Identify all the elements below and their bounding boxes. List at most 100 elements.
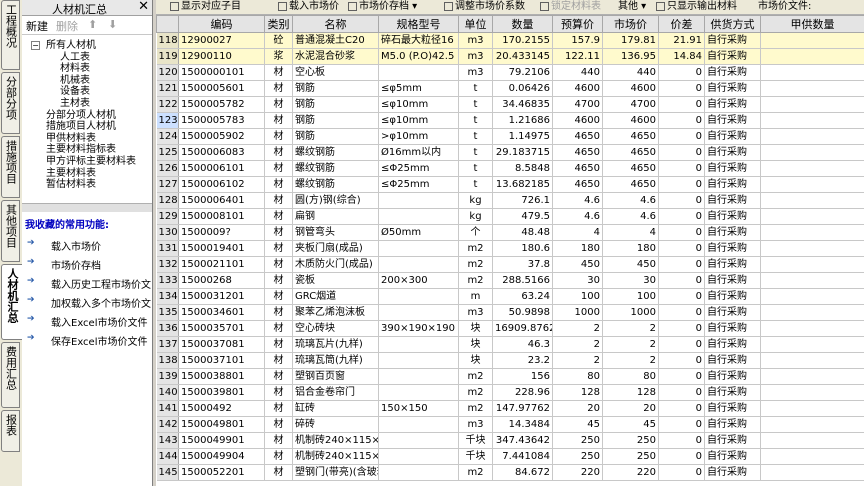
table-cell[interactable]: 0.06426 — [492, 80, 553, 97]
table-cell[interactable]: 材 — [264, 144, 293, 161]
favorite-item[interactable]: 载入历史工程市场价文 — [51, 276, 151, 291]
tree-item[interactable]: 主材表 — [60, 98, 90, 109]
table-cell[interactable]: 12900027 — [178, 32, 265, 49]
table-cell[interactable] — [760, 176, 864, 193]
column-header[interactable]: 价差 — [658, 15, 705, 33]
table-row[interactable]: 121 1500005601 材钢筋 ≤φ5mm t 0.06426 4600 4600 0 自行… — [156, 80, 864, 97]
table-cell[interactable]: 材 — [264, 80, 293, 97]
table-cell[interactable]: 1500038801 — [178, 368, 265, 385]
table-cell[interactable] — [760, 432, 864, 449]
table-cell[interactable]: 扁钢 — [292, 208, 379, 225]
table-cell[interactable]: 材 — [264, 96, 293, 113]
table-row[interactable]: 134 1500031201 材 GRC烟道 m 63.24 100 100 0 自行采购 — [156, 288, 864, 305]
table-cell[interactable]: 碎砖 — [292, 416, 379, 433]
table-cell[interactable]: 铝合金卷帘门 — [292, 384, 379, 401]
table-row[interactable]: 138 1500037101 材琉璃瓦筒(九样) 块 23.2 2 2 0 自行采购 — [156, 352, 864, 369]
tree-item[interactable]: 甲供材料表 — [46, 133, 96, 144]
table-cell[interactable]: 自行采购 — [704, 304, 761, 321]
table-cell[interactable]: 2 — [552, 352, 603, 369]
table-cell[interactable] — [378, 304, 459, 321]
table-cell[interactable]: 220 — [552, 464, 603, 481]
table-cell[interactable]: 材 — [264, 384, 293, 401]
table-cell[interactable]: 100 — [602, 288, 659, 305]
table-cell[interactable]: 4600 — [552, 112, 603, 129]
table-cell[interactable] — [378, 448, 459, 465]
table-row[interactable]: 126 1500006101 材螺纹钢筋 ≤Φ25mm t 8.5848 4650 4650 0… — [156, 160, 864, 177]
table-row[interactable]: 120 1500000101 材空心板 m3 79.2106 440 440 0 自行采购 — [156, 64, 864, 81]
table-cell[interactable]: 材 — [264, 288, 293, 305]
table-cell[interactable]: 材 — [264, 208, 293, 225]
table-cell[interactable]: 63.24 — [492, 288, 553, 305]
table-cell[interactable]: 250 — [552, 448, 603, 465]
table-cell[interactable]: t — [458, 160, 493, 177]
table-cell[interactable] — [760, 48, 864, 65]
table-cell[interactable] — [760, 64, 864, 81]
table-cell[interactable]: 材 — [264, 128, 293, 145]
table-cell[interactable]: 100 — [552, 288, 603, 305]
table-cell[interactable]: 机制砖240×115×53mm — [292, 432, 379, 449]
table-cell[interactable] — [760, 240, 864, 257]
table-cell[interactable] — [378, 64, 459, 81]
table-cell[interactable]: 1500005902 — [178, 128, 265, 145]
table-row[interactable]: 122 1500005782 材钢筋 ≤φ10mm t 34.46835 4700 4700 0… — [156, 96, 864, 113]
column-header[interactable]: 编码 — [178, 15, 265, 33]
vertical-tab-2[interactable]: 措施项目 — [1, 136, 20, 198]
table-cell[interactable]: 128 — [602, 384, 659, 401]
table-cell[interactable]: 机制砖240×115×53mm — [292, 448, 379, 465]
table-cell[interactable]: 4 — [552, 224, 603, 241]
table-row[interactable]: 136 1500035701 材空心砖块 390×190×190 块 16909.8762… — [156, 320, 864, 337]
table-cell[interactable]: m2 — [458, 256, 493, 273]
table-cell[interactable]: 136.95 — [602, 48, 659, 65]
table-cell[interactable]: 150×150 — [378, 400, 459, 417]
table-cell[interactable]: 4.6 — [602, 192, 659, 209]
table-cell[interactable]: GRC烟道 — [292, 288, 379, 305]
table-cell[interactable]: 450 — [552, 256, 603, 273]
table-cell[interactable]: >φ10mm — [378, 128, 459, 145]
table-cell[interactable]: 0 — [658, 352, 705, 369]
table-cell[interactable]: 0 — [658, 144, 705, 161]
table-cell[interactable]: 20.433145 — [492, 48, 553, 65]
table-cell[interactable] — [760, 448, 864, 465]
table-cell[interactable]: m3 — [458, 416, 493, 433]
delete-button[interactable]: 删除 — [56, 18, 78, 34]
table-cell[interactable]: 材 — [264, 320, 293, 337]
column-header[interactable]: 名称 — [292, 15, 379, 33]
table-row[interactable]: 141 15000492 材缸砖 150×150 m2 147.97762 20 20 0 自行采… — [156, 400, 864, 417]
table-cell[interactable]: 250 — [552, 432, 603, 449]
table-cell[interactable]: 砼 — [264, 32, 293, 49]
table-cell[interactable]: 180 — [552, 240, 603, 257]
table-cell[interactable] — [378, 384, 459, 401]
table-cell[interactable]: 4650 — [552, 160, 603, 177]
table-row[interactable]: 139 1500038801 材塑钢百页窗 m2 156 80 80 0 自行采购 — [156, 368, 864, 385]
table-cell[interactable]: 14.84 — [658, 48, 705, 65]
table-cell[interactable]: 0 — [658, 336, 705, 353]
table-cell[interactable]: 1500031201 — [178, 288, 265, 305]
table-cell[interactable]: t — [458, 80, 493, 97]
table-cell[interactable] — [760, 400, 864, 417]
table-cell[interactable]: 0 — [658, 400, 705, 417]
table-cell[interactable]: 自行采购 — [704, 400, 761, 417]
table-cell[interactable]: 726.1 — [492, 192, 553, 209]
table-cell[interactable] — [760, 144, 864, 161]
table-cell[interactable]: 1500006083 — [178, 144, 265, 161]
table-cell[interactable]: 块 — [458, 336, 493, 353]
favorite-item[interactable]: 载入Excel市场价文件 — [51, 314, 148, 329]
table-cell[interactable]: 块 — [458, 352, 493, 369]
table-cell[interactable]: 4650 — [552, 128, 603, 145]
lock-material-button[interactable]: 锁定材料表 — [540, 0, 601, 13]
table-cell[interactable] — [378, 256, 459, 273]
table-cell[interactable]: 0 — [658, 208, 705, 225]
table-cell[interactable]: 1500039801 — [178, 384, 265, 401]
table-cell[interactable]: 个 — [458, 224, 493, 241]
table-cell[interactable]: 2 — [552, 320, 603, 337]
table-cell[interactable]: 自行采购 — [704, 128, 761, 145]
table-cell[interactable]: 材 — [264, 352, 293, 369]
table-cell[interactable]: 空心砖块 — [292, 320, 379, 337]
table-cell[interactable]: m2 — [458, 272, 493, 289]
table-cell[interactable]: 0 — [658, 288, 705, 305]
table-cell[interactable]: 自行采购 — [704, 80, 761, 97]
table-row[interactable]: 118 12900027 砼普通混凝土C20 碎石最大粒径16 m3 170.2155 15… — [156, 32, 864, 49]
favorite-item[interactable]: 加权载入多个市场价文 — [51, 295, 151, 310]
table-cell[interactable]: 材 — [264, 432, 293, 449]
table-cell[interactable]: 螺纹钢筋 — [292, 160, 379, 177]
